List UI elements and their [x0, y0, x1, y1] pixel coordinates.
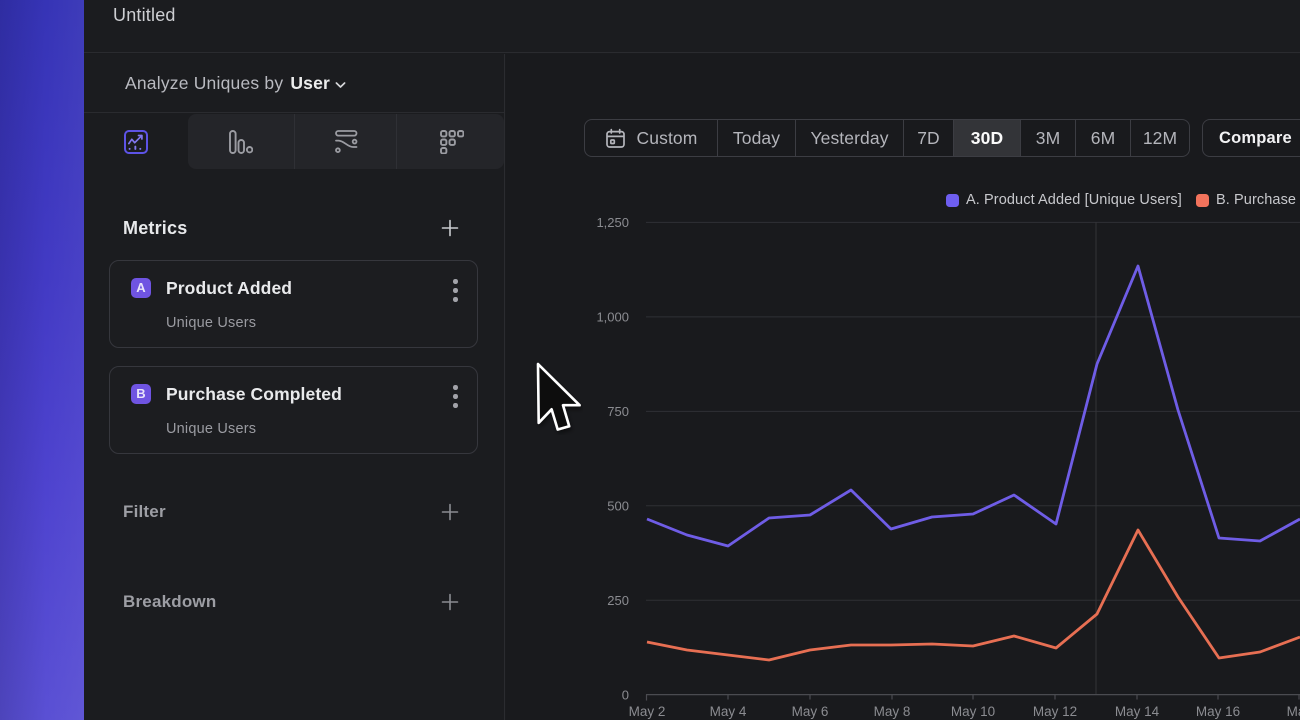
svg-text:May 10: May 10: [951, 704, 995, 719]
svg-text:May 4: May 4: [710, 704, 747, 719]
svg-text:750: 750: [607, 404, 629, 419]
svg-text:0: 0: [622, 688, 629, 703]
svg-text:May 2: May 2: [629, 704, 666, 719]
svg-text:500: 500: [607, 499, 629, 514]
svg-text:Ma: Ma: [1287, 704, 1300, 719]
svg-text:250: 250: [607, 593, 629, 608]
svg-text:May 6: May 6: [792, 704, 829, 719]
svg-text:May 16: May 16: [1196, 704, 1240, 719]
svg-text:1,250: 1,250: [596, 215, 629, 230]
svg-text:May 14: May 14: [1115, 704, 1160, 719]
svg-text:1,000: 1,000: [596, 310, 629, 325]
svg-text:May 12: May 12: [1033, 704, 1077, 719]
svg-text:May 8: May 8: [874, 704, 911, 719]
